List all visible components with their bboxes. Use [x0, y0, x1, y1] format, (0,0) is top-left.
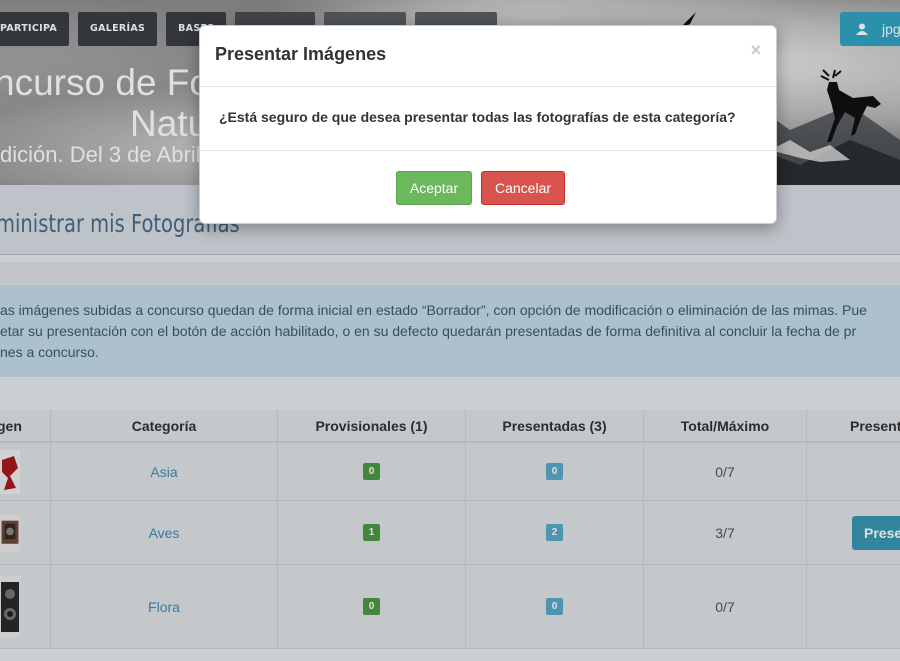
dialog-footer: Aceptar Cancelar — [200, 151, 776, 223]
dialog-question: ¿Está seguro de que desea presentar toda… — [219, 109, 736, 125]
dialog-body: ¿Está seguro de que desea presentar toda… — [200, 87, 776, 151]
close-icon[interactable]: × — [750, 40, 761, 61]
accept-button[interactable]: Aceptar — [396, 171, 472, 205]
confirm-dialog: Presentar Imágenes × ¿Está seguro de que… — [199, 25, 777, 224]
cancel-button[interactable]: Cancelar — [481, 171, 565, 205]
dialog-title: Presentar Imágenes — [215, 44, 387, 64]
dialog-header: Presentar Imágenes × — [200, 26, 776, 87]
